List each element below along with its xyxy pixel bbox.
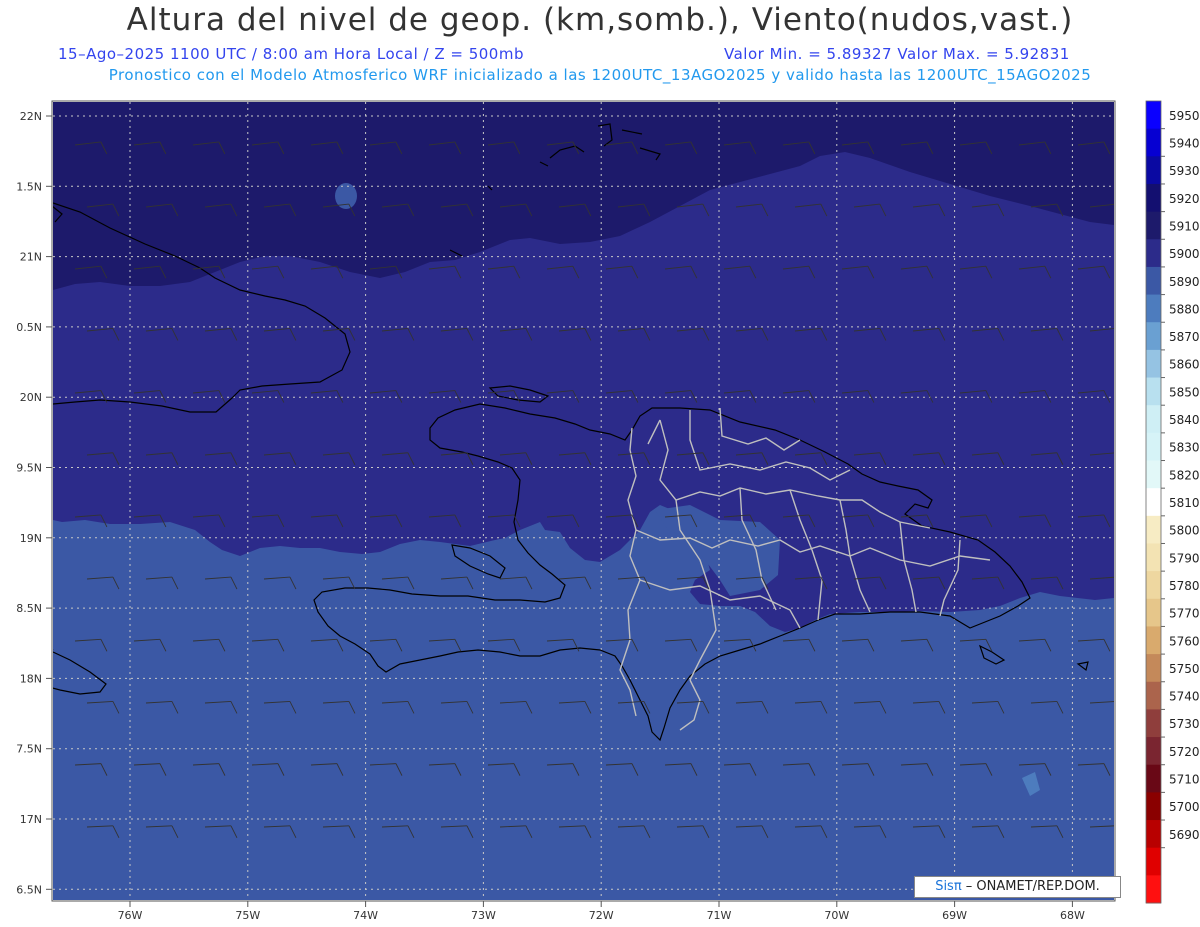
lat-tick-label: 8.5N: [16, 602, 42, 615]
lat-tick-label: 0.5N: [16, 321, 42, 334]
latitude-axis: 22N 1.5N 21N 0.5N 20N 9.5N 19N 8.5N 18N 7.5N 17N 6.…: [16, 110, 52, 896]
lon-tick-label: 71W: [707, 909, 732, 922]
colorbar-swatch: [1146, 543, 1161, 572]
lon-tick-label: 73W: [471, 909, 496, 922]
colorbar-swatch: [1146, 488, 1161, 517]
colorbar-swatch: [1146, 322, 1161, 351]
colorbar-swatch: [1146, 709, 1161, 738]
colorbar-swatch: [1146, 432, 1161, 462]
colorbar-swatch: [1146, 875, 1161, 904]
colorbar-swatch: [1146, 737, 1161, 766]
lon-tick-label: 75W: [235, 909, 260, 922]
colorbar-swatch: [1146, 681, 1161, 710]
credit-org: – ONAMET/REP.DOM.: [961, 879, 1100, 894]
colorbar-label: 5790: [1169, 551, 1200, 565]
lon-tick-label: 72W: [589, 909, 614, 922]
credit-brand: Sisπ: [935, 879, 962, 894]
colorbar-swatch: [1146, 460, 1161, 489]
colorbar-swatch: [1146, 820, 1161, 849]
longitude-axis: 76W 75W 74W 73W 72W 71W 70W 69W 68W: [118, 901, 1085, 922]
lat-tick-label: 20N: [20, 391, 42, 404]
colorbar-swatch: [1146, 792, 1161, 821]
lon-tick-label: 74W: [353, 909, 378, 922]
colorbar-swatch: [1146, 211, 1161, 240]
colorbar-swatch: [1146, 183, 1161, 213]
colorbar-label: 5810: [1169, 496, 1200, 510]
colorbar-swatch: [1146, 101, 1161, 130]
colorbar-label: 5930: [1169, 164, 1200, 178]
lon-tick-label: 70W: [824, 909, 849, 922]
colorbar-label: 5840: [1169, 413, 1200, 427]
colorbar-label: 5710: [1169, 773, 1200, 787]
colorbar-swatch: [1146, 377, 1161, 406]
colorbar-swatch: [1146, 239, 1161, 268]
colorbar-label: 5770: [1169, 607, 1200, 621]
colorbar-label: 5780: [1169, 579, 1200, 593]
colorbar-swatch: [1146, 626, 1161, 655]
colorbar-swatch: [1146, 266, 1161, 296]
colorbar-label: 5890: [1169, 275, 1200, 289]
colorbar-swatch: [1146, 764, 1161, 793]
colorbar-swatch: [1146, 515, 1161, 544]
lat-tick-label: 17N: [20, 813, 42, 826]
colorbar-swatch: [1146, 598, 1161, 627]
credit-box: Sisπ – ONAMET/REP.DOM.: [914, 876, 1121, 898]
colorbar-swatch: [1146, 571, 1161, 600]
colorbar-swatch: [1146, 294, 1161, 323]
colorbar-label: 5870: [1169, 330, 1200, 344]
colorbar-label: 5750: [1169, 662, 1200, 676]
colorbar-label: 5860: [1169, 358, 1200, 372]
colorbar-label: 5800: [1169, 524, 1200, 538]
colorbar-label: 5820: [1169, 468, 1200, 482]
forecast-map: 22N 1.5N 21N 0.5N 20N 9.5N 19N 8.5N 18N 7.5N 17N 6.…: [16, 100, 1200, 922]
colorbar-label: 5940: [1169, 136, 1200, 150]
colorbar-label: 5720: [1169, 745, 1200, 759]
colorbar-swatch: [1146, 847, 1161, 876]
colorbar-swatch: [1146, 156, 1161, 185]
colorbar-swatch: [1146, 405, 1161, 434]
colorbar: 5950 5940 5930 5920 5910 5900 5890 5880 5870 5860…: [1145, 100, 1200, 904]
colorbar-label: 5690: [1169, 828, 1200, 842]
lat-tick-label: 22N: [20, 110, 42, 123]
lat-tick-label: 18N: [20, 672, 42, 685]
colorbar-label: 5900: [1169, 247, 1200, 261]
colorbar-label: 5700: [1169, 800, 1200, 814]
colorbar-label: 5760: [1169, 634, 1200, 648]
colorbar-label: 5830: [1169, 441, 1200, 455]
colorbar-swatch: [1146, 654, 1161, 683]
lat-tick-label: 7.5N: [16, 743, 42, 756]
colorbar-label: 5850: [1169, 385, 1200, 399]
colorbar-label: 5740: [1169, 690, 1200, 704]
lat-tick-label: 6.5N: [16, 883, 42, 896]
lat-tick-label: 1.5N: [16, 180, 42, 193]
colorbar-label: 5730: [1169, 717, 1200, 731]
colorbar-label: 5950: [1169, 109, 1200, 123]
colorbar-swatch: [1146, 128, 1161, 157]
field-layer: [53, 102, 1114, 900]
lon-tick-label: 69W: [942, 909, 967, 922]
colorbar-label: 5880: [1169, 302, 1200, 316]
lon-tick-label: 76W: [118, 909, 143, 922]
coastline-jamaica-n: [53, 649, 54, 650]
colorbar-swatch: [1146, 349, 1161, 379]
colorbar-label: 5910: [1169, 219, 1200, 233]
lat-tick-label: 9.5N: [16, 462, 42, 475]
colorbar-label: 5920: [1169, 192, 1200, 206]
lat-tick-label: 19N: [20, 532, 42, 545]
lat-tick-label: 21N: [20, 251, 42, 264]
lon-tick-label: 68W: [1060, 909, 1085, 922]
